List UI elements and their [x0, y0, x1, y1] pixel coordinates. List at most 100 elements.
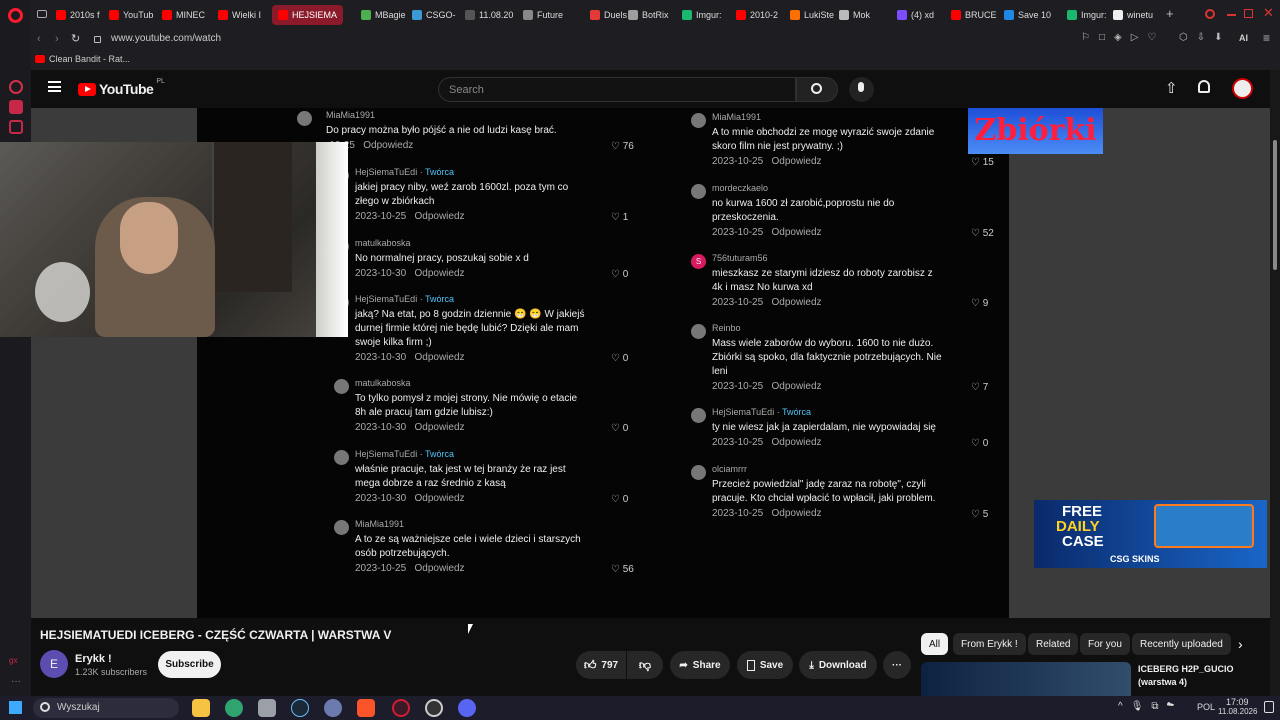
new-tab-button[interactable]: + [1166, 6, 1174, 21]
forward-icon[interactable]: › [55, 33, 59, 45]
comment-like[interactable]: ♡ 7 [971, 382, 988, 393]
reply-button[interactable]: Odpowiedz [415, 563, 465, 574]
comment-author[interactable]: 756tuturam56 [712, 253, 768, 263]
search-box[interactable]: Search [438, 77, 796, 102]
comment-like[interactable]: ♡ 15 [971, 157, 994, 168]
comment-author[interactable]: HejSiemaTuEdi [712, 407, 774, 417]
close-window-button[interactable]: ✕ [1263, 5, 1274, 21]
subscribe-button[interactable]: Subscribe [158, 651, 221, 678]
comment-author[interactable]: MiaMia1991 [712, 112, 761, 122]
comment-author[interactable]: MiaMia1991 [326, 110, 375, 120]
comment-avatar[interactable] [691, 408, 706, 423]
instagram-icon[interactable] [9, 120, 23, 134]
tab-10[interactable]: BotRix [628, 5, 669, 25]
url-field[interactable]: www.youtube.com/watch [111, 33, 221, 44]
tab-11[interactable]: Imgur: [682, 5, 722, 25]
language-indicator[interactable]: POL [1197, 702, 1215, 712]
brave-icon[interactable] [357, 699, 375, 717]
comment-like[interactable]: ♡ 76 [611, 141, 634, 152]
reply-button[interactable]: Odpowiedz [415, 211, 465, 222]
comment-author[interactable]: MiaMia1991 [355, 519, 404, 529]
tab-7[interactable]: 11.08.20 [465, 5, 513, 25]
minimize-button[interactable] [1227, 14, 1236, 16]
comment-avatar[interactable]: S [691, 254, 706, 269]
comment-avatar[interactable] [334, 520, 349, 535]
tab-0[interactable]: 2010s f [56, 5, 100, 25]
comment-author[interactable]: matulkaboska [355, 378, 411, 388]
tab-13[interactable]: LukiSte [790, 5, 834, 25]
page-scrollbar[interactable] [1270, 70, 1280, 696]
ai-button[interactable]: AI [1239, 33, 1248, 43]
comment-author[interactable]: HejSiemaTuEdi [355, 167, 417, 177]
comment-like[interactable]: ♡ 1 [611, 212, 628, 223]
comment-author[interactable]: HejSiemaTuEdi [355, 294, 417, 304]
channel-name[interactable]: Erykk ! [75, 653, 112, 665]
comment-avatar[interactable] [297, 111, 312, 126]
chip-1[interactable]: From Erykk ! [953, 633, 1026, 655]
back-icon[interactable]: ‹ [37, 33, 41, 45]
tab-14[interactable]: Mok [839, 5, 870, 25]
tab-4[interactable]: HEJSIEMA [272, 5, 344, 25]
file-explorer-icon[interactable] [192, 699, 210, 717]
discord-icon[interactable] [458, 699, 476, 717]
opera-gx-taskbar-icon[interactable] [392, 699, 410, 717]
comment-author[interactable]: matulkaboska [355, 238, 411, 248]
comment-author[interactable]: mordeczkaelo [712, 183, 768, 193]
tab-16[interactable]: BRUCE [951, 5, 997, 25]
dislike-button[interactable]: 👎︎ [627, 651, 663, 679]
tab-3[interactable]: Wielki I [218, 5, 261, 25]
comment-avatar[interactable] [691, 465, 706, 480]
reply-button[interactable]: Odpowiedz [363, 140, 413, 151]
chips-next-icon[interactable]: › [1238, 636, 1243, 652]
steam-icon[interactable] [291, 699, 309, 717]
comment-like[interactable]: ♡ 0 [611, 269, 628, 280]
more-actions-button[interactable]: ··· [883, 651, 911, 679]
comment-avatar[interactable] [691, 184, 706, 199]
account-avatar[interactable] [1232, 78, 1253, 99]
tab-1[interactable]: YouTub [109, 5, 153, 25]
comment-author[interactable]: Reinbo [712, 323, 741, 333]
share-button[interactable]: ➦ Share [670, 651, 730, 679]
windows-start-icon[interactable] [9, 701, 22, 714]
chip-0[interactable]: All [921, 633, 949, 655]
opera-logo-icon[interactable] [8, 8, 23, 23]
sidebar-more-icon[interactable]: ··· [11, 676, 21, 687]
tab-18[interactable]: Imgur: [1067, 5, 1107, 25]
recommended-title-2[interactable]: (warstwa 4) [1138, 677, 1187, 687]
whatsapp-icon[interactable] [9, 100, 23, 114]
reply-button[interactable]: Odpowiedz [772, 437, 822, 448]
tab-17[interactable]: Save 10 [1004, 5, 1051, 25]
comment-like[interactable]: ♡ 56 [611, 564, 634, 575]
chip-3[interactable]: For you [1080, 633, 1130, 655]
download-button[interactable]: ⤓ Download [799, 651, 877, 679]
reply-button[interactable]: Odpowiedz [772, 381, 822, 392]
tab-12[interactable]: 2010-2 [736, 5, 778, 25]
comment-like[interactable]: ♡ 9 [971, 298, 988, 309]
notifications-bell-icon[interactable] [1198, 80, 1210, 93]
save-button[interactable]: Save [737, 651, 793, 679]
comment-avatar[interactable] [691, 324, 706, 339]
reply-button[interactable]: Odpowiedz [415, 352, 465, 363]
comment-author[interactable]: olciamrrr [712, 464, 747, 474]
recommended-thumbnail[interactable] [921, 662, 1131, 696]
system-tray-icons[interactable]: ^🎙︎⧉☁ [1118, 701, 1183, 712]
menu-icon[interactable]: ≡ [1263, 31, 1270, 45]
comment-like[interactable]: ♡ 0 [611, 494, 628, 505]
reply-button[interactable]: Odpowiedz [415, 493, 465, 504]
channel-avatar[interactable]: E [40, 650, 68, 678]
workspace-icon[interactable] [37, 10, 47, 18]
reply-button[interactable]: Odpowiedz [772, 297, 822, 308]
tab-19[interactable]: winetu [1113, 5, 1153, 25]
tab-6[interactable]: CSGO- [412, 5, 456, 25]
comment-author[interactable]: HejSiemaTuEdi [355, 449, 417, 459]
comment-avatar[interactable] [334, 379, 349, 394]
comment-avatar[interactable] [691, 113, 706, 128]
clock-time[interactable]: 17:09 [1226, 697, 1249, 707]
reply-button[interactable]: Odpowiedz [772, 227, 822, 238]
maximize-button[interactable] [1244, 9, 1253, 18]
comment-like[interactable]: ♡ 0 [611, 423, 628, 434]
clock-date[interactable]: 11.08.2026 [1218, 707, 1257, 716]
app-icon[interactable] [258, 699, 276, 717]
search-tabs-icon[interactable] [1205, 9, 1215, 19]
notification-icon[interactable] [1264, 701, 1274, 713]
